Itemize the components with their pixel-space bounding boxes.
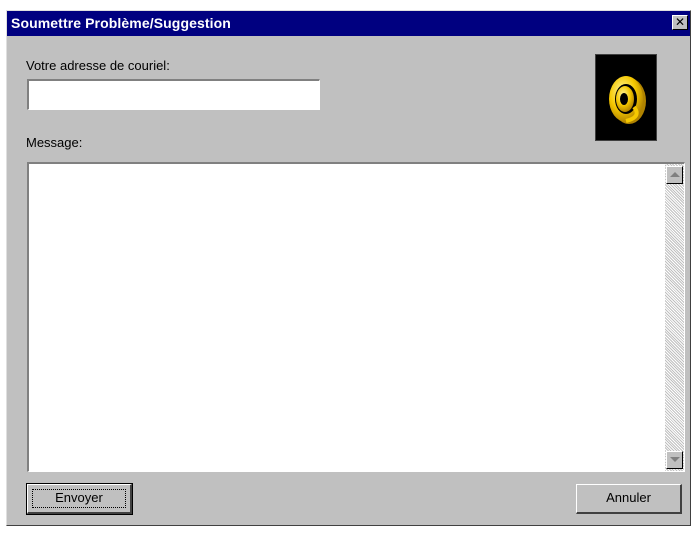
at-sign-logo-icon (595, 54, 657, 141)
send-button-label: Envoyer (55, 490, 103, 505)
message-textarea[interactable] (29, 164, 663, 471)
send-button[interactable]: Envoyer (26, 483, 133, 515)
cancel-button[interactable]: Annuler (576, 484, 682, 514)
close-icon: ✕ (674, 15, 686, 29)
email-label: Votre adresse de couriel: (26, 58, 170, 73)
message-box (27, 162, 685, 472)
vertical-scrollbar[interactable] (665, 164, 684, 471)
title-bar[interactable]: Soumettre Problème/Suggestion ✕ (7, 11, 690, 36)
scroll-down-arrow-icon (670, 457, 680, 462)
message-label: Message: (26, 135, 83, 150)
window-title: Soumettre Problème/Suggestion (11, 15, 231, 31)
cancel-button-label: Annuler (606, 490, 651, 505)
scroll-down-button[interactable] (666, 451, 683, 469)
scroll-up-button[interactable] (666, 166, 683, 184)
dialog-window: Soumettre Problème/Suggestion ✕ Votre ad… (6, 10, 691, 526)
close-button[interactable]: ✕ (672, 15, 688, 30)
scroll-up-arrow-icon (670, 172, 680, 177)
email-field[interactable] (27, 79, 320, 110)
